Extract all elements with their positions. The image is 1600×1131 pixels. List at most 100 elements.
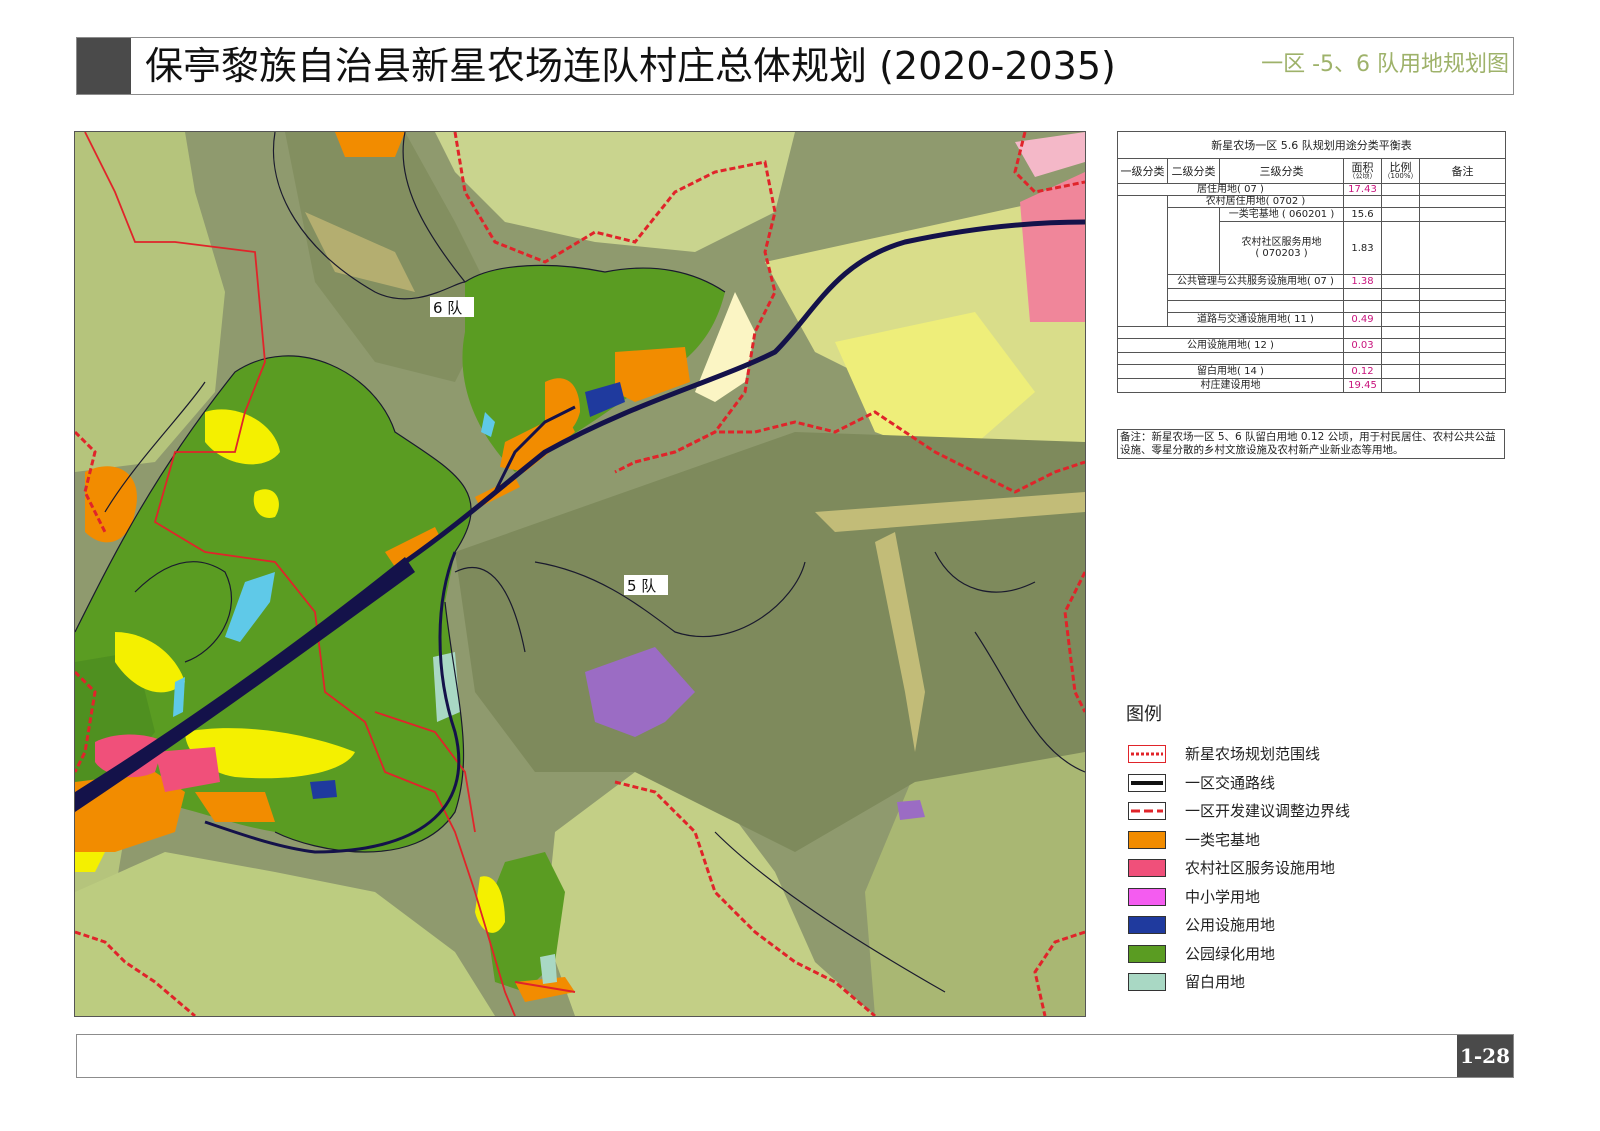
row-public-utility-name: 公用设施用地( 12 ) — [1117, 338, 1344, 353]
legend-label: 中小学用地 — [1185, 887, 1261, 906]
empty-cell — [1418, 221, 1507, 275]
legend-swatch-homestead — [1128, 830, 1166, 849]
empty-cell — [1381, 352, 1420, 365]
empty-cell — [1381, 338, 1420, 353]
empty-cell — [1418, 326, 1507, 339]
public-utility-plot — [310, 780, 337, 799]
legend-label: 留白用地 — [1185, 973, 1246, 991]
table-note: 备注：新星农场一区 5、6 队留白用地 0.12 公顷，用于村民居住、农村公共公… — [1117, 429, 1505, 459]
header-accent-block — [77, 38, 131, 94]
legend-item: 一区开发建议调整边界线 — [1126, 800, 1426, 829]
purple-plot — [897, 800, 925, 820]
legend-label: 一类宅基地 — [1185, 830, 1261, 849]
page-subtitle: 一区 -5、6 队用地规划图 — [1261, 52, 1509, 77]
legend-label: 农村社区服务设施用地 — [1185, 859, 1336, 877]
row-residential-area: 17.43 — [1343, 183, 1382, 196]
empty-cell — [1381, 364, 1420, 379]
header-area: 面积 （公顷） — [1343, 158, 1382, 184]
table-row: 道路与交通设施用地( 11 ) 0.49 — [1118, 312, 1507, 327]
empty-cell — [1381, 300, 1420, 313]
table-row: 农村居住用地( 0702 ) — [1117, 195, 1507, 327]
empty-cell — [1343, 288, 1382, 301]
homestead-plot — [335, 132, 405, 157]
row-public-mgmt-name: 公共管理与公共服务设施用地( 07 ) — [1167, 274, 1344, 289]
legend-swatch-reserved — [1128, 973, 1166, 991]
community-service-line1: 农村社区服务用地 — [1241, 237, 1322, 248]
map-canvas: 6 队 5 队 — [75, 132, 1085, 1016]
empty-cell — [1167, 207, 1220, 275]
empty-cell — [1418, 195, 1507, 208]
empty-cell — [1418, 378, 1507, 393]
legend-label: 公用设施用地 — [1185, 916, 1276, 934]
legend-swatch-public-utility — [1128, 916, 1166, 934]
table-row: 一类宅基地 ( 060201 ) 15.6 — [1118, 207, 1507, 275]
legend-swatch-dashed-red — [1128, 802, 1166, 820]
legend-item: 农村社区服务设施用地 — [1126, 857, 1426, 886]
empty-cell — [1381, 183, 1420, 196]
legend-label: 新星农场规划范围线 — [1185, 745, 1321, 763]
footer-bar: 1-28 — [76, 1034, 1514, 1078]
team6-label: 6 队 — [433, 299, 462, 317]
legend-item: 一区交通路线 — [1126, 772, 1426, 801]
legend-label: 一区开发建议调整边界线 — [1185, 802, 1351, 820]
table-row: 居住用地( 07 ) 17.43 — [1117, 183, 1507, 196]
header-remarks: 备注 — [1418, 158, 1507, 184]
legend-title: 图例 — [1126, 704, 1162, 725]
row-road-transport-area: 0.49 — [1343, 312, 1382, 327]
row-homestead-area: 15.6 — [1343, 207, 1382, 222]
row-reserved-name: 留白用地( 14 ) — [1117, 364, 1344, 379]
empty-cell — [1381, 195, 1420, 208]
header-area-unit: （公顷） — [1348, 172, 1377, 180]
empty-cell — [1117, 195, 1168, 327]
legend-label: 公园绿化用地 — [1185, 944, 1276, 963]
table-row — [1117, 352, 1507, 365]
empty-cell — [1381, 378, 1420, 393]
empty-cell — [1343, 195, 1382, 208]
legend-label: 一区交通路线 — [1185, 773, 1276, 792]
table-row — [1118, 300, 1507, 313]
empty-cell — [1418, 274, 1507, 289]
empty-cell — [1381, 274, 1420, 289]
legend-item: 留白用地 — [1126, 971, 1426, 1000]
row-reserved-area: 0.12 — [1343, 364, 1382, 379]
land-use-balance-table: 新星农场一区 5.6 队规划用途分类平衡表 一级分类 二级分类 三级分类 面积 … — [1116, 131, 1507, 393]
row-village-construction-area: 19.45 — [1343, 378, 1382, 393]
row-road-transport-name: 道路与交通设施用地( 11 ) — [1167, 312, 1344, 327]
empty-cell — [1381, 207, 1420, 222]
legend-swatch-community-service — [1128, 859, 1166, 877]
empty-cell — [1418, 352, 1507, 365]
empty-cell — [1418, 288, 1507, 301]
empty-cell — [1418, 300, 1507, 313]
land-use-map[interactable]: 6 队 5 队 — [74, 131, 1086, 1017]
empty-cell — [1381, 288, 1420, 301]
header-ratio-unit: （100%） — [1383, 172, 1418, 180]
table-row: 公用设施用地( 12 ) 0.03 — [1117, 338, 1507, 353]
legend-item: 新星农场规划范围线 — [1126, 743, 1426, 772]
table-row: 村庄建设用地 19.45 — [1117, 378, 1507, 393]
row-village-construction-name: 村庄建设用地 — [1117, 378, 1344, 393]
empty-cell — [1167, 288, 1344, 301]
legend-swatch-school — [1128, 887, 1166, 906]
table-row: 公共管理与公共服务设施用地( 07 ) 1.38 — [1118, 274, 1507, 289]
header-level2: 二级分类 — [1167, 158, 1220, 184]
empty-cell — [1381, 312, 1420, 327]
empty-cell — [1343, 300, 1382, 313]
empty-cell — [1418, 312, 1507, 327]
legend-item: 公用设施用地 — [1126, 914, 1426, 943]
empty-cell — [1381, 326, 1420, 339]
legend-item: 一类宅基地 — [1126, 829, 1426, 858]
empty-cell — [1117, 326, 1344, 339]
legend-swatch-black-line — [1128, 773, 1166, 792]
empty-cell — [1343, 352, 1382, 365]
header-level1: 一级分类 — [1117, 158, 1168, 184]
row-rural-residential-name: 农村居住用地( 0702 ) — [1167, 195, 1344, 208]
header-ratio: 比例 （100%） — [1381, 158, 1420, 184]
row-residential-name: 居住用地( 07 ) — [1117, 183, 1344, 196]
empty-cell — [1418, 338, 1507, 353]
empty-cell — [1167, 300, 1344, 313]
legend-swatch-dotted-red — [1128, 745, 1166, 763]
table-row — [1117, 326, 1507, 339]
row-community-service-area: 1.83 — [1343, 221, 1382, 275]
header-bar: 保亭黎族自治县新星农场连队村庄总体规划 (2020-2035) 一区 -5、6 … — [76, 37, 1514, 95]
page-number: 1-28 — [1457, 1035, 1513, 1077]
